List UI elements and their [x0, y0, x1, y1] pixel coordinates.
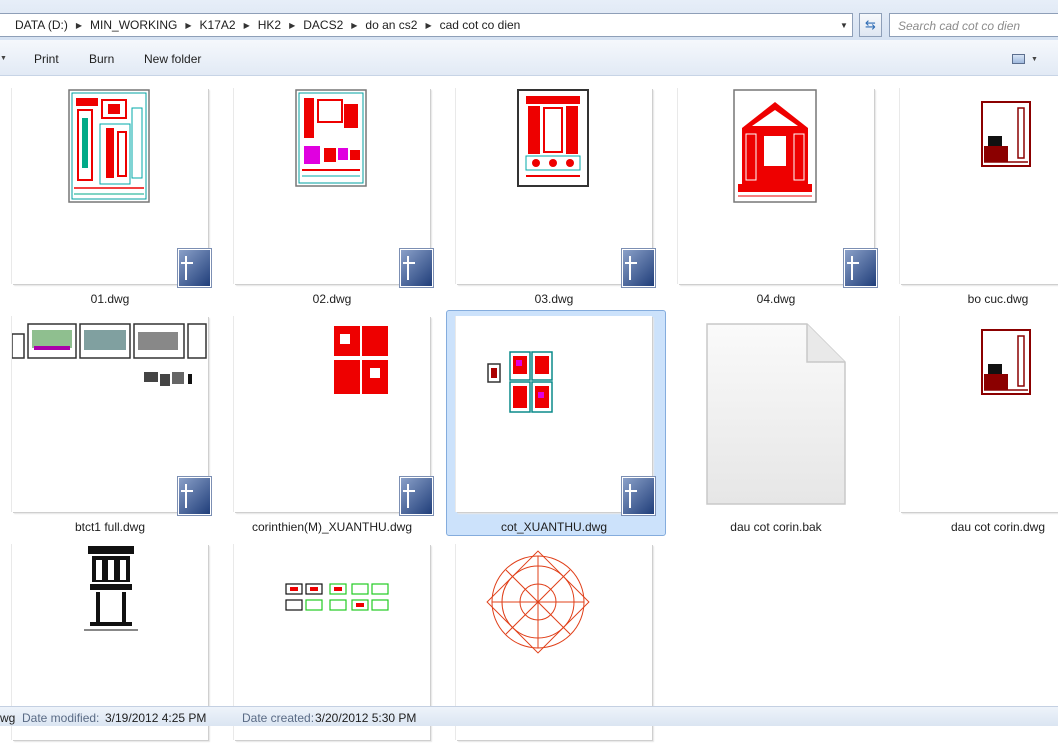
address-bar-row: DATA (D:) ▶ MIN_WORKING ▶ K17A2 ▶ HK2 ▶ …	[0, 0, 1058, 40]
file-label[interactable]: 03.dwg	[444, 292, 664, 306]
thumbnail-btct1-full-dwg[interactable]	[11, 316, 211, 515]
chevron-right-icon[interactable]: ▶	[238, 21, 256, 30]
thumbnail-dau-cot-corin-dwg[interactable]	[900, 316, 1058, 512]
selected-file-name-fragment: wg	[0, 711, 16, 725]
organize-dropdown-icon[interactable]: ▼	[0, 55, 7, 62]
file-label[interactable]: dau cot corin.bak	[666, 520, 886, 534]
command-bar: ▼ Print Burn New folder ▼	[0, 40, 1058, 76]
file-label[interactable]: 02.dwg	[222, 292, 442, 306]
generic-file-icon	[706, 323, 846, 505]
breadcrumb: DATA (D:) ▶ MIN_WORKING ▶ K17A2 ▶ HK2 ▶ …	[0, 14, 522, 36]
address-bar[interactable]: DATA (D:) ▶ MIN_WORKING ▶ K17A2 ▶ HK2 ▶ …	[0, 13, 853, 37]
file-label[interactable]: 04.dwg	[666, 292, 886, 306]
file-label[interactable]: btct1 full.dwg	[0, 520, 220, 534]
search-input[interactable]: Search cad cot co dien	[889, 13, 1058, 37]
chevron-right-icon[interactable]: ▶	[179, 21, 197, 30]
date-created-value: 3/20/2012 5:30 PM	[315, 711, 417, 725]
new-folder-button[interactable]: New folder	[144, 52, 201, 66]
chevron-right-icon[interactable]: ▶	[70, 21, 88, 30]
autocad-file-icon	[844, 249, 877, 287]
autocad-file-icon	[400, 249, 433, 287]
thumbnail-cot-xuanthu-dwg[interactable]	[456, 316, 655, 515]
cad-drawing-thumbnail	[981, 329, 1031, 395]
file-label[interactable]: cot_XUANTHU.dwg	[444, 520, 664, 534]
chevron-right-icon[interactable]: ▶	[345, 21, 363, 30]
file-label[interactable]: 01.dwg	[0, 292, 220, 306]
crumb-k17a2[interactable]: K17A2	[198, 18, 238, 32]
details-pane: wg Date modified: 3/19/2012 4:25 PM Date…	[0, 706, 1058, 726]
crumb-hk2[interactable]: HK2	[256, 18, 283, 32]
file-label[interactable]: corinthien(M)_XUANTHU.dwg	[222, 520, 442, 534]
autocad-file-icon	[622, 477, 655, 515]
thumbnail-bo-cuc-dwg[interactable]	[900, 88, 1058, 284]
refresh-button[interactable]: ⇆	[859, 13, 882, 37]
crumb-min-working[interactable]: MIN_WORKING	[88, 18, 179, 32]
date-modified-value: 3/19/2012 4:25 PM	[105, 711, 207, 725]
crumb-drive[interactable]: DATA (D:)	[13, 18, 70, 32]
burn-button[interactable]: Burn	[89, 52, 114, 66]
view-icon	[1012, 54, 1025, 64]
thumbnail-02-dwg[interactable]	[234, 88, 433, 287]
chevron-right-icon[interactable]: ▶	[283, 21, 301, 30]
address-history-dropdown-icon[interactable]: ▼	[836, 14, 852, 36]
chevron-right-icon[interactable]: ▶	[419, 21, 437, 30]
change-view-button[interactable]: ▼	[1012, 52, 1042, 66]
crumb-dacs2[interactable]: DACS2	[301, 18, 345, 32]
thumbnail-03-dwg[interactable]	[456, 88, 655, 287]
autocad-file-icon	[178, 249, 211, 287]
file-label[interactable]: dau cot corin.dwg	[888, 520, 1058, 534]
crumb-current-folder[interactable]: cad cot co dien	[438, 18, 523, 32]
crumb-do-an-cs2[interactable]: do an cs2	[363, 18, 419, 32]
date-modified-label: Date modified:	[22, 711, 100, 725]
chevron-down-icon: ▼	[1031, 55, 1038, 63]
cad-drawing-thumbnail	[981, 101, 1031, 167]
thumbnail-01-dwg[interactable]	[12, 88, 211, 287]
autocad-file-icon	[178, 477, 211, 515]
date-created-label: Date created:	[242, 711, 315, 725]
thumbnail-04-dwg[interactable]	[678, 88, 877, 287]
thumbnail-corinthien-m-xuanthu-dwg[interactable]	[234, 316, 433, 515]
autocad-file-icon	[400, 477, 433, 515]
file-label[interactable]: bo cuc.dwg	[888, 292, 1058, 306]
refresh-icon: ⇆	[865, 17, 876, 32]
print-button[interactable]: Print	[34, 52, 59, 66]
autocad-file-icon	[622, 249, 655, 287]
